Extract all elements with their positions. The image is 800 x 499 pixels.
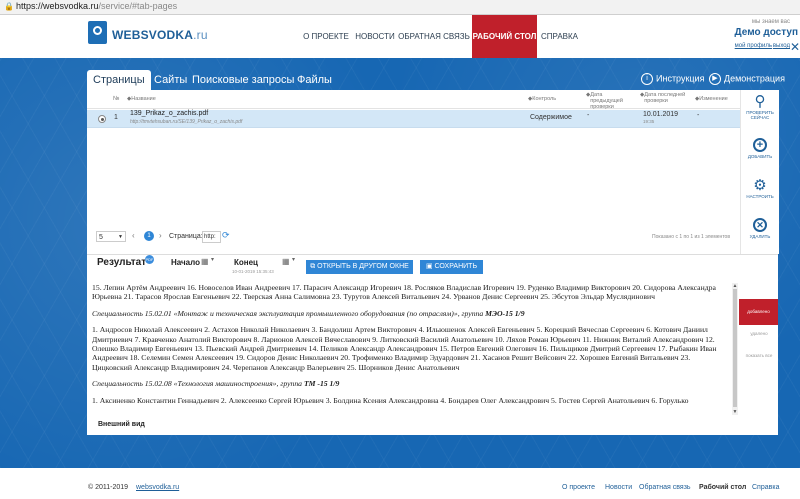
tab-html[interactable]: HTML [163, 418, 182, 432]
new-window-icon: ⧉ [310, 263, 316, 270]
footer-feedback-link[interactable]: Обратная связь [639, 484, 691, 491]
demo-link[interactable]: ▶ Демонстрация [709, 73, 785, 85]
end-label: Конец [234, 258, 258, 267]
nav-help[interactable]: СПРАВКА [537, 15, 582, 58]
specialty-heading: Специальность 15.02.01 «Монтаж и техниче… [92, 308, 525, 318]
col-name[interactable]: ◆ Название [127, 96, 156, 102]
footer: © 2011-2019 websvodka.ru О проекте Новос… [0, 468, 800, 499]
save-button[interactable]: ▣ СОХРАНИТЬ [420, 260, 483, 274]
save-icon: ▣ [425, 263, 433, 270]
end-date: 10-01-2019 15:35:43 [232, 269, 274, 274]
col-prev-check[interactable]: ◆ Дата предыдущей проверки [586, 92, 636, 110]
next-page-button[interactable]: › [159, 231, 162, 240]
col-control[interactable]: ◆ Контроль [528, 96, 556, 102]
page-input[interactable]: http: [202, 231, 221, 243]
user-name: Демо доступ [734, 27, 798, 38]
calendar-icon[interactable]: ▦ [201, 257, 209, 266]
footer-workspace-link[interactable]: Рабочий стол [699, 484, 746, 491]
start-label: Начало [171, 258, 200, 267]
browser-address-bar[interactable]: 🔒 https://websvodka.ru/service/#tab-page… [0, 0, 800, 15]
scroll-down-icon[interactable]: ▼ [732, 409, 738, 415]
result-scrollbar[interactable]: ▲ ▼ [732, 283, 738, 415]
nav-news[interactable]: НОВОСТИ [355, 15, 395, 58]
result-paragraph: 1. Аксиненко Константин Геннадьевич 2. А… [92, 395, 689, 405]
col-last-check[interactable]: ◆ Дата последней проверки [640, 92, 690, 104]
page-button-1[interactable]: 1 [144, 231, 154, 241]
row-change: - [697, 112, 700, 119]
close-icon: ✕ [753, 218, 767, 232]
specialty-heading: Специальность 15.02.08 «Технология машин… [92, 379, 340, 389]
calendar-icon[interactable]: ▦ [282, 257, 290, 266]
result-content[interactable]: 15. Лепин Артём Андреевич 16. Новоселов … [87, 283, 732, 415]
result-title: Результат [97, 257, 147, 268]
per-page-select[interactable]: 5 ▼ [96, 231, 126, 242]
changes-removed-button[interactable]: удалено [741, 331, 777, 336]
instruction-link[interactable]: i Инструкция [641, 73, 704, 85]
tab-files[interactable]: Файлы [297, 70, 332, 90]
chevron-down-icon[interactable]: ▾ [211, 256, 214, 263]
footer-site-link[interactable]: websvodka.ru [136, 484, 179, 491]
footer-help-link[interactable]: Справка [752, 484, 779, 491]
result-paragraph: 15. Лепин Артём Андреевич 16. Новоселов … [92, 283, 716, 302]
row-last-check-time: 19:35 [643, 119, 655, 124]
tab-pages[interactable]: Страницы [87, 70, 151, 90]
info-icon: i [641, 73, 653, 85]
footer-about-link[interactable]: О проекте [562, 484, 595, 491]
result-panel: Результат PDF Начало ▦ ▾ Конец 10-01-201… [87, 254, 778, 435]
greeting-text: мы знаем вас [751, 19, 790, 25]
logo[interactable]: WEBSVODKA.ru [112, 28, 208, 42]
lock-icon: 🔒 [4, 2, 14, 11]
nav-feedback[interactable]: ОБРАТНАЯ СВЯЗЬ [395, 15, 473, 58]
nav-workspace[interactable]: РАБОЧИЙ СТОЛ [472, 15, 537, 58]
site-header: WEBSVODKA.ru О ПРОЕКТЕ НОВОСТИ ОБРАТНАЯ … [0, 15, 800, 58]
search-icon: ⚲ [754, 93, 766, 110]
col-num[interactable]: № [113, 96, 119, 102]
row-prev-check: - [587, 112, 590, 119]
pager: 5 ▼ ‹ 1 › Страница: http: ⟳ Показано с 1 … [87, 228, 740, 246]
row-control: Содержимое [530, 114, 572, 121]
plus-icon: + [753, 138, 767, 152]
footer-news-link[interactable]: Новости [605, 484, 632, 491]
scrollbar-thumb[interactable] [733, 289, 737, 407]
pager-summary: Показано с 1 по 1 из 1 элементов [652, 234, 730, 240]
row-title[interactable]: 139_Prikaz_o_zachis.pdf [130, 110, 208, 117]
settings-button[interactable]: ⚙ НАСТРОИТЬ [741, 177, 779, 200]
add-button[interactable]: + ДОБАВИТЬ [741, 138, 779, 159]
delete-button[interactable]: ✕ УДАЛИТЬ [741, 218, 779, 239]
result-paragraph: 1. Андросов Николай Алексеевич 2. Астахо… [92, 325, 717, 372]
check-now-button[interactable]: ⚲ ПРОВЕРИТЬ СЕЙЧАС [741, 93, 779, 121]
page-label: Страница: [169, 233, 203, 240]
address-url[interactable]: https://websvodka.ru/service/#tab-pages [16, 1, 177, 11]
changes-show-all-button[interactable]: показать все [741, 353, 777, 358]
copyright: © 2011-2019 [88, 484, 129, 491]
refresh-icon[interactable]: ⟳ [222, 230, 230, 241]
row-num: 1 [114, 114, 118, 121]
view-tabs: Внешний вид HTML [87, 418, 778, 432]
logo-icon[interactable] [88, 21, 107, 44]
close-icon[interactable]: ✕ [790, 40, 800, 54]
row-url[interactable]: http://tmvtehsuban.ru/SE/139_Prikaz_o_za… [130, 119, 242, 125]
chevron-down-icon: ▼ [118, 234, 123, 240]
open-new-window-button[interactable]: ⧉ ОТКРЫТЬ В ДРУГОМ ОКНЕ [306, 260, 413, 274]
prev-page-button[interactable]: ‹ [132, 231, 135, 240]
tab-view[interactable]: Внешний вид [93, 418, 150, 432]
col-change[interactable]: ◆ Изменение [695, 96, 728, 102]
profile-link[interactable]: мой профиль [735, 43, 772, 49]
pdf-badge: PDF [145, 255, 154, 264]
nav-about[interactable]: О ПРОЕКТЕ [297, 15, 355, 58]
logout-link[interactable]: выход [773, 43, 790, 49]
row-radio[interactable] [98, 115, 106, 123]
gear-icon: ⚙ [753, 177, 767, 194]
table-header: № ◆ Название ◆ Контроль ◆ Дата предыдуще… [87, 90, 740, 110]
table-row[interactable]: 1 139_Prikaz_o_zachis.pdf http://tmvtehs… [87, 110, 740, 128]
play-icon: ▶ [709, 73, 721, 85]
changes-added-button[interactable]: добавлено [739, 299, 778, 325]
row-last-check: 10.01.2019 [643, 111, 679, 118]
actions-sidebar: ⚲ ПРОВЕРИТЬ СЕЙЧАС + ДОБАВИТЬ ⚙ НАСТРОИТ… [740, 90, 779, 254]
tab-sites[interactable]: Сайты [154, 70, 187, 90]
tab-search-queries[interactable]: Поисковые запросы [192, 70, 294, 90]
chevron-down-icon[interactable]: ▾ [292, 256, 295, 263]
